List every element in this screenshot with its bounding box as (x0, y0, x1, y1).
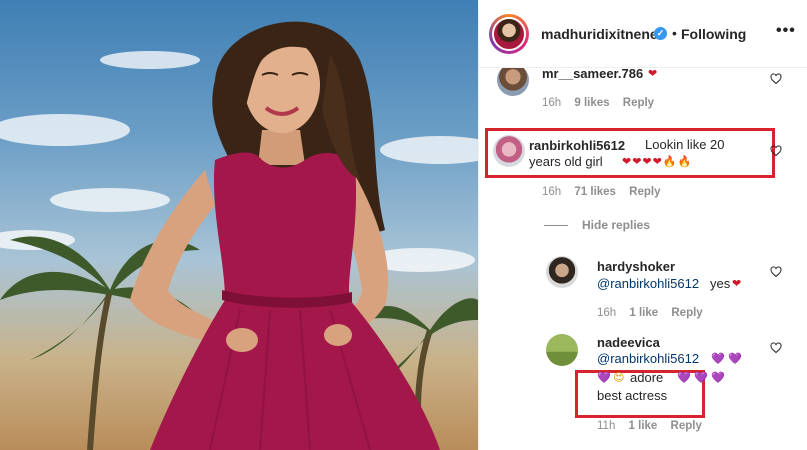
comment-time: 16h (542, 186, 562, 198)
reply-button[interactable]: Reply (629, 186, 660, 198)
reply-meta: 16h 1 like Reply (597, 307, 713, 319)
commenter-avatar[interactable] (546, 334, 578, 366)
reply-emoji-line2-c: 💜 💜 💜 (677, 371, 726, 384)
reply-button[interactable]: Reply (671, 307, 702, 319)
comment-text-line1: Lookin like 20 (645, 137, 725, 152)
post-photo (0, 0, 478, 450)
verified-badge-icon: ✓ (654, 27, 667, 40)
reply-emoji: ❤ (732, 277, 742, 290)
reply-mention[interactable]: @ranbirkohli5612 (597, 275, 699, 293)
post-username[interactable]: madhuridixitnene (541, 26, 658, 42)
comments-panel: madhuridixitnene ✓ • Following ••• mr__s… (478, 0, 807, 450)
like-heart-icon[interactable] (770, 266, 782, 278)
commenter-avatar[interactable] (497, 64, 529, 96)
following-button[interactable]: Following (681, 26, 746, 42)
comment-emojis: ❤❤❤❤🔥🔥 (622, 155, 693, 168)
like-heart-icon[interactable] (770, 145, 782, 157)
hide-replies-label: Hide replies (582, 218, 651, 232)
reply-text: yes (710, 276, 731, 291)
reply-username[interactable]: nadeevica (597, 335, 660, 350)
reply-time: 16h (597, 307, 617, 319)
comment-meta: 16h 71 likes Reply (542, 186, 671, 198)
reply-emoji-line2-b: 😍 (613, 371, 625, 384)
hide-replies-divider (544, 225, 568, 227)
commenter-avatar[interactable] (493, 135, 525, 167)
reply-text-line3: best actress (597, 388, 668, 403)
reply-text-line2: adore (630, 370, 664, 385)
reply-emoji-line2-a: 💜 (597, 371, 611, 384)
comment-username[interactable]: ranbirkohli5612 (529, 138, 625, 153)
comment-meta: 16h 9 likes Reply (542, 97, 664, 109)
reply-button[interactable]: Reply (671, 420, 702, 432)
reply-button[interactable]: Reply (623, 97, 654, 109)
reply-mention[interactable]: @ranbirkohli5612 (597, 350, 699, 368)
reply-time: 11h (597, 420, 616, 432)
profile-avatar[interactable] (489, 14, 529, 54)
comment-likes[interactable]: 9 likes (574, 97, 609, 109)
like-heart-icon[interactable] (770, 73, 782, 85)
reply-likes[interactable]: 1 like (629, 420, 658, 432)
reply-username[interactable]: hardyshoker (597, 259, 675, 274)
post-header: madhuridixitnene ✓ • Following ••• (479, 0, 807, 68)
comment-time: 16h (542, 97, 562, 109)
reply-emoji-line1: 💜 💜 (711, 352, 742, 365)
like-heart-icon[interactable] (770, 342, 782, 354)
reply-meta: 11h 1 like Reply (597, 420, 712, 432)
comment-text-line2: years old girl (529, 154, 603, 169)
comment-username[interactable]: mr__sameer.786 (542, 66, 643, 81)
comment-likes[interactable]: 71 likes (574, 186, 616, 198)
post-photo-illustration (0, 21, 478, 450)
header-separator: • (672, 25, 677, 41)
hide-replies-button[interactable]: Hide replies (544, 218, 650, 232)
commenter-avatar[interactable] (546, 256, 578, 288)
reply-likes[interactable]: 1 like (629, 307, 658, 319)
avatar-image (492, 17, 526, 51)
more-options-icon[interactable]: ••• (776, 22, 796, 40)
